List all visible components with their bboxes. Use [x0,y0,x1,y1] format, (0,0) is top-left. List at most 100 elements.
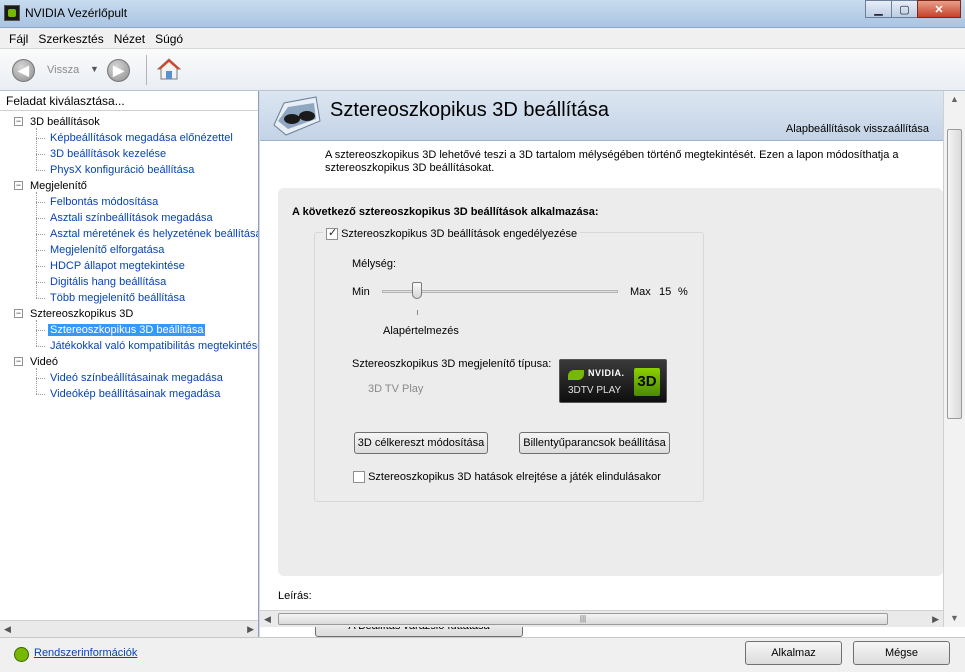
content-vertical-scrollbar[interactable]: ▲ ▼ [943,91,965,627]
scroll-up-icon[interactable]: ▲ [950,94,959,104]
badge-3d-mark: 3D [634,368,660,396]
collapse-icon[interactable]: − [14,117,23,126]
crosshair-button[interactable]: 3D célkereszt módosítása [354,432,488,454]
display-type-value: 3D TV Play [368,383,424,395]
home-icon[interactable] [157,57,181,81]
tree-item-label: PhysX konfiguráció beállítása [50,164,195,176]
menu-view[interactable]: Nézet [109,28,150,48]
scroll-down-icon[interactable]: ▼ [950,613,959,623]
tree-item-desktop-color[interactable]: Asztali színbeállítások megadása [0,210,258,226]
back-arrow-icon[interactable]: ◀ [12,59,35,82]
collapse-icon[interactable]: − [14,309,23,318]
collapse-icon[interactable]: − [14,181,23,190]
tree-item-label: Képbeállítások megadása előnézettel [50,132,233,144]
toolbar: ◀ Vissza ▼ ▶ [0,49,965,91]
tree-item-label: HDCP állapot megtekintése [50,260,185,272]
tree-item-digital-audio[interactable]: Digitális hang beállítása [0,274,258,290]
forward-arrow-icon[interactable]: ▶ [107,59,130,82]
tree-category-label: Videó [30,356,58,368]
tree-category-display[interactable]: − Megjelenítő [0,178,258,194]
tree-item-label: Videó színbeállításainak megadása [50,372,223,384]
tree-item-stereo-setup[interactable]: Sztereoszkopikus 3D beállítása [0,322,258,338]
depth-slider-thumb[interactable] [412,282,423,299]
tree-category-video[interactable]: − Videó [0,354,258,370]
apply-button[interactable]: Alkalmaz [745,641,842,665]
tree-item-video-image[interactable]: Videókép beállításainak megadása [0,386,258,402]
content-panel: Sztereoszkopikus 3D beállítása Alapbeáll… [260,91,965,637]
tree-item-label: Felbontás módosítása [50,196,159,208]
menu-file[interactable]: Fájl [4,28,33,48]
menu-edit[interactable]: Szerkesztés [33,28,108,48]
tree-item-desktop-size[interactable]: Asztal méretének és helyzetének beállítá… [0,226,258,242]
scroll-left-icon[interactable]: ◀ [4,624,11,635]
depth-value: 15 [659,286,672,298]
scroll-left-icon[interactable]: ◀ [264,614,271,625]
display-type-label: Sztereoszkopikus 3D megjelenítő típusa: [352,358,552,370]
badge-brand: NVIDIA. [588,368,625,378]
restore-defaults-link[interactable]: Alapbeállítások visszaállítása [786,123,929,135]
vertical-scroll-thumb[interactable] [947,129,962,419]
collapse-icon[interactable]: − [14,357,23,366]
tree-item-rotate[interactable]: Megjelenítő elforgatása [0,242,258,258]
tree-item-label: Megjelenítő elforgatása [50,244,165,256]
scroll-right-icon[interactable]: ▶ [932,614,939,625]
tree-item-label: Sztereoszkopikus 3D beállítása [48,324,206,336]
enable-stereo-label: Sztereoszkopikus 3D beállítások engedély… [341,228,578,240]
tree-group-display: − Megjelenítő Felbontás módosítása Aszta… [0,178,258,306]
title-bar[interactable]: NVIDIA Vezérlőpult ▁ ▢ ✕ [0,0,965,28]
content-horizontal-scrollbar[interactable]: ◀ ||| ▶ [260,610,943,627]
tree-item-label: Több megjelenítő beállítása [50,292,186,304]
maximize-button[interactable]: ▢ [891,0,918,18]
minimize-button[interactable]: ▁ [865,0,892,18]
tree-item-game-compat[interactable]: Játékokkal való kompatibilitás megtekint… [0,338,258,354]
task-panel: Feladat kiválasztása... − 3D beállítások… [0,91,259,637]
cancel-button[interactable]: Mégse [853,641,950,665]
tree-category-label: Sztereoszkopikus 3D [30,308,134,320]
tree-item-label: Digitális hang beállítása [50,276,167,288]
hide-effects-label: Sztereoszkopikus 3D hatások elrejtése a … [368,471,661,483]
apply-heading: A következő sztereoszkopikus 3D beállítá… [292,206,599,218]
hotkeys-button[interactable]: Billentyűparancsok beállítása [519,432,670,454]
tree-item-resolution[interactable]: Felbontás módosítása [0,194,258,210]
nvidia-app-icon [4,5,20,21]
badge-play: 3DTV PLAY [568,385,622,396]
description-label: Leírás: [278,590,312,602]
history-dropdown-icon[interactable]: ▼ [90,64,99,74]
window-controls: ▁ ▢ ✕ [865,0,961,20]
task-tree: − 3D beállítások Képbeállítások megadása… [0,111,258,402]
horizontal-scroll-thumb[interactable]: ||| [278,613,888,625]
close-button[interactable]: ✕ [917,0,961,18]
tree-group-video: − Videó Videó színbeállításainak megadás… [0,354,258,402]
hide-effects-checkbox[interactable] [353,471,365,484]
default-tick-mark [417,310,418,315]
menu-help[interactable]: Súgó [150,28,188,48]
enable-stereo-row[interactable]: Sztereoszkopikus 3D beállítások engedély… [323,226,581,241]
tree-category-3d-settings[interactable]: − 3D beállítások [0,114,258,130]
left-horizontal-scrollbar[interactable]: ◀ ▶ [0,620,258,637]
back-label[interactable]: Vissza [47,64,79,76]
tree-item-video-color[interactable]: Videó színbeállításainak megadása [0,370,258,386]
stereo-glasses-icon [273,96,321,136]
tree-item-label: 3D beállítások kezelése [50,148,167,160]
tree-item-label: Asztal méretének és helyzetének beállítá… [50,228,258,240]
system-info-link[interactable]: Rendszerinformációk [34,647,137,659]
tree-item-physx[interactable]: PhysX konfiguráció beállítása [0,162,258,178]
tree-item-manage-3d[interactable]: 3D beállítások kezelése [0,146,258,162]
page-title: Sztereoszkopikus 3D beállítása [330,99,610,121]
tree-category-label: Megjelenítő [30,180,87,192]
bottom-bar: Rendszerinformációk Alkalmaz Mégse [0,637,965,672]
tree-group-stereo-3d: − Sztereoszkopikus 3D Sztereoszkopikus 3… [0,306,258,354]
system-info-icon[interactable] [14,647,29,662]
tree-item-image-preview[interactable]: Képbeállítások megadása előnézettel [0,130,258,146]
nvidia-3dtv-play-logo: NVIDIA. 3DTV PLAY 3D [559,359,667,403]
task-panel-header: Feladat kiválasztása... [0,91,258,111]
tree-item-label: Videókép beállításainak megadása [50,388,221,400]
enable-stereo-checkbox[interactable] [326,226,338,241]
scroll-right-icon[interactable]: ▶ [247,624,254,635]
depth-unit: % [678,286,688,298]
tree-item-multi-display[interactable]: Több megjelenítő beállítása [0,290,258,306]
hide-effects-row[interactable]: Sztereoszkopikus 3D hatások elrejtése a … [353,471,661,484]
tree-item-hdcp[interactable]: HDCP állapot megtekintése [0,258,258,274]
tree-category-label: 3D beállítások [30,116,100,128]
tree-category-stereo-3d[interactable]: − Sztereoszkopikus 3D [0,306,258,322]
